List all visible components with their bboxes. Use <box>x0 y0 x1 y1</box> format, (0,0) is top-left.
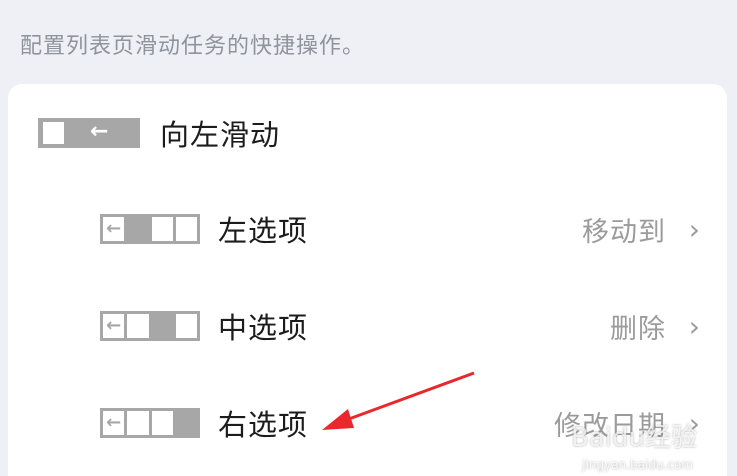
section-caption: 配置列表页滑动任务的快捷操作。 <box>20 34 366 59</box>
swipe-left-option-icon: ← <box>100 214 200 244</box>
plain-segment <box>124 314 149 338</box>
swipe-icon-item-box <box>43 122 64 144</box>
watermark-url: jingyan.baidu.com <box>582 458 693 472</box>
arrow-segment: ← <box>103 411 125 435</box>
left-arrow-icon: ← <box>90 119 109 144</box>
selected-segment <box>172 411 197 435</box>
swipe-middle-option-icon: ← <box>100 311 200 341</box>
plain-segment <box>124 411 149 435</box>
watermark-logo: Baidu经验 <box>571 423 697 453</box>
arrow-segment: ← <box>103 217 125 241</box>
selected-segment <box>148 314 173 338</box>
selected-segment <box>124 217 149 241</box>
option-row-left[interactable]: ← 左选项 移动到 › <box>100 204 700 254</box>
option-label: 左选项 <box>218 214 309 248</box>
option-label: 中选项 <box>218 311 309 345</box>
swipe-left-icon: ← <box>38 118 140 148</box>
option-value: 移动到 <box>582 216 666 248</box>
settings-page: 配置列表页滑动任务的快捷操作。 ← 向左滑动 ← 左选项 移动到 › ← 中选项… <box>0 0 737 476</box>
chevron-right-icon: › <box>688 309 700 343</box>
plain-segment <box>172 217 197 241</box>
swipe-left-header: ← 向左滑动 <box>38 112 280 154</box>
option-row-middle[interactable]: ← 中选项 删除 › <box>100 301 700 351</box>
plain-segment <box>148 411 173 435</box>
arrow-segment: ← <box>103 314 125 338</box>
option-value: 删除 <box>610 313 666 345</box>
plain-segment <box>148 217 173 241</box>
plain-segment <box>172 314 197 338</box>
swipe-right-option-icon: ← <box>100 408 200 438</box>
option-label: 右选项 <box>218 408 309 442</box>
section-title: 向左滑动 <box>160 118 281 152</box>
chevron-right-icon: › <box>688 212 700 246</box>
